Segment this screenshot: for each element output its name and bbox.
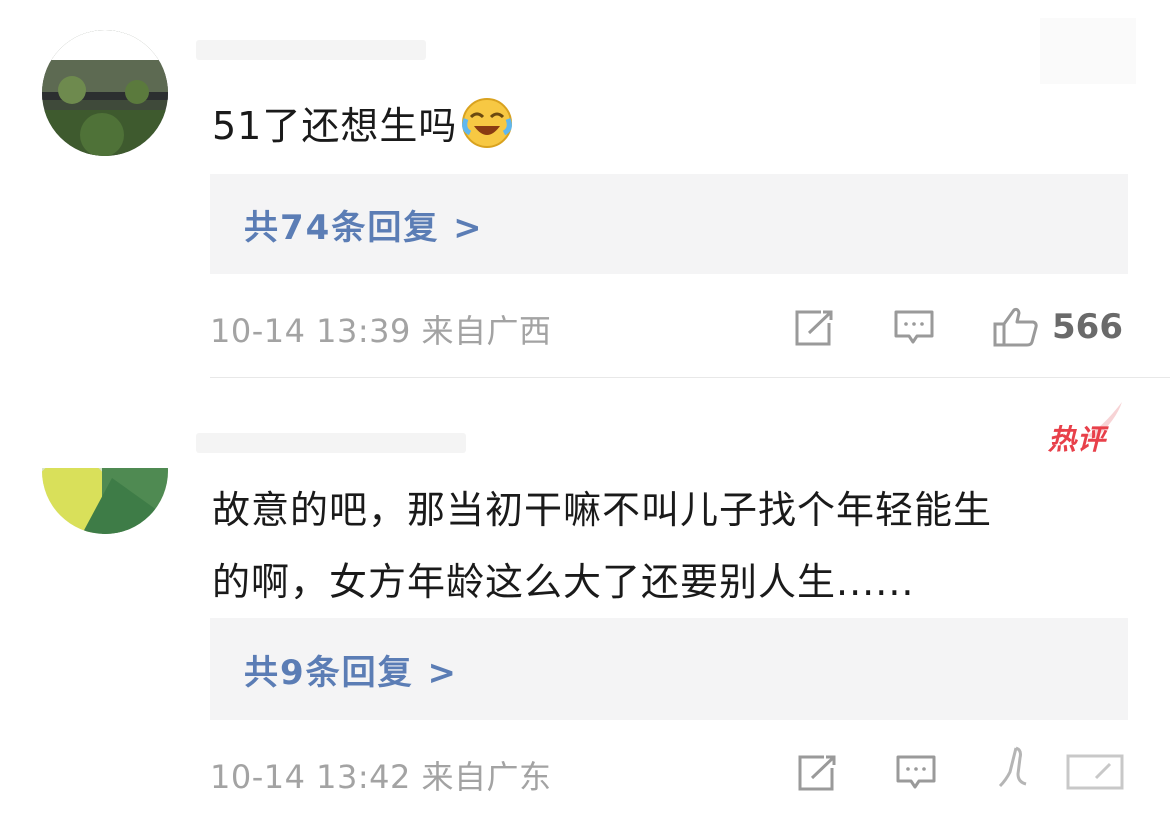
comment-meta: 10-14 13:39 来自广西 [210, 306, 552, 352]
laughing-crying-emoji-icon [461, 97, 513, 149]
more-icon [1066, 754, 1124, 790]
like-button[interactable]: 566 [992, 306, 1123, 348]
comment-item: 热评 故意的吧，那当初干嘛不叫儿子找个年轻能生 的啊，女方年龄这么大了还要别人生.… [0, 378, 1170, 821]
like-count: 566 [1052, 307, 1123, 347]
username-mask [196, 433, 466, 453]
username-mask [196, 40, 426, 60]
location: 来自广东 [421, 758, 552, 796]
view-replies-button[interactable]: 共9条回复 > [210, 618, 1128, 720]
thumbs-up-icon [993, 307, 1038, 347]
comment-meta: 10-14 13:42 来自广东 [210, 752, 552, 798]
comment-text: 故意的吧，那当初干嘛不叫儿子找个年轻能生 的啊，女方年龄这么大了还要别人生....… [212, 488, 993, 604]
reply-button[interactable] [895, 754, 937, 792]
comment-text: 51了还想生吗 [212, 90, 1110, 162]
view-replies-label: 共74条回复 > [244, 207, 484, 248]
more-button[interactable] [1066, 754, 1124, 790]
share-button[interactable] [793, 309, 835, 347]
comment-item: 51了还想生吗 共74条回复 > 10-14 13:39 来自广西 566 [0, 0, 1170, 378]
timestamp: 10-14 13:39 [210, 312, 411, 350]
timestamp: 10-14 13:42 [210, 758, 411, 796]
view-replies-label: 共9条回复 > [244, 652, 458, 693]
view-replies-button[interactable]: 共74条回复 > [210, 174, 1128, 274]
comment-icon [894, 310, 934, 344]
share-icon [798, 755, 836, 791]
share-button[interactable] [796, 754, 838, 792]
hot-comment-badge: 热评 [1048, 423, 1107, 456]
like-button[interactable] [996, 746, 1032, 792]
avatar[interactable] [42, 30, 168, 156]
location: 来自广西 [421, 312, 552, 350]
share-icon [795, 310, 833, 346]
thumbs-up-icon [998, 746, 1027, 788]
avatar-image [42, 30, 168, 156]
reply-button[interactable] [893, 309, 935, 347]
comment-icon [896, 755, 936, 789]
avatar[interactable] [42, 468, 168, 534]
avatar-image [42, 468, 168, 534]
